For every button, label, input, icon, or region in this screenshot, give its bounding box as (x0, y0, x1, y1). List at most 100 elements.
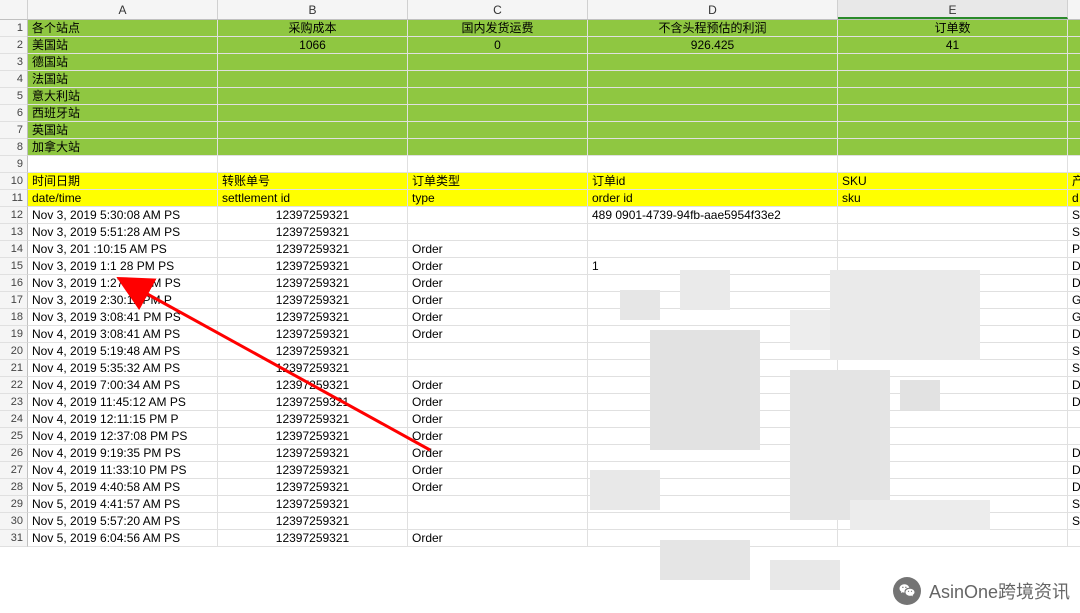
corner-cell[interactable] (0, 0, 28, 19)
row-header[interactable]: 12 (0, 207, 28, 224)
cell[interactable] (1068, 156, 1080, 173)
summary-header-cell[interactable]: 各个站点 (28, 20, 218, 37)
datetime-cell[interactable]: Nov 4, 2019 12:11:15 PM P (28, 411, 218, 428)
cell[interactable] (1068, 37, 1080, 54)
col-header-D[interactable]: D (588, 0, 838, 19)
datetime-cell[interactable]: Nov 5, 2019 4:41:57 AM PS (28, 496, 218, 513)
cell[interactable] (588, 71, 838, 88)
cell[interactable] (838, 105, 1068, 122)
col-header-C[interactable]: C (408, 0, 588, 19)
datetime-cell[interactable]: Nov 4, 2019 9:19:35 PM PS (28, 445, 218, 462)
settlement-cell[interactable]: 12397259321 (218, 530, 408, 547)
type-cell[interactable]: Order (408, 394, 588, 411)
settlement-cell[interactable]: 12397259321 (218, 309, 408, 326)
settlement-cell[interactable]: 12397259321 (218, 411, 408, 428)
row-header[interactable]: 24 (0, 411, 28, 428)
settlement-cell[interactable]: 12397259321 (218, 428, 408, 445)
fragment-cell[interactable]: Pa (1068, 241, 1080, 258)
cell[interactable] (218, 156, 408, 173)
fragment-cell[interactable]: S (1068, 207, 1080, 224)
datetime-cell[interactable]: Nov 3, 2019 3:08:41 PM PS (28, 309, 218, 326)
datetime-cell[interactable]: Nov 4, 2019 5:19:48 AM PS (28, 343, 218, 360)
type-cell[interactable]: Order (408, 292, 588, 309)
row-header[interactable]: 27 (0, 462, 28, 479)
fragment-cell[interactable]: S (1068, 360, 1080, 377)
col-header-B[interactable]: B (218, 0, 408, 19)
datetime-cell[interactable]: Nov 4, 2019 5:35:32 AM PS (28, 360, 218, 377)
header-label-cell[interactable]: date/time (28, 190, 218, 207)
datetime-cell[interactable]: Nov 3, 2019 1:27:48 PM PS (28, 275, 218, 292)
cell[interactable] (408, 156, 588, 173)
cell[interactable] (218, 139, 408, 156)
datetime-cell[interactable]: Nov 4, 2019 3:08:41 AM PS (28, 326, 218, 343)
col-header-A[interactable]: A (28, 0, 218, 19)
table-row[interactable]: 8加拿大站 (0, 139, 1080, 156)
sku-cell[interactable] (838, 241, 1068, 258)
header-label-cell[interactable]: 时间日期 (28, 173, 218, 190)
settlement-cell[interactable]: 12397259321 (218, 462, 408, 479)
row-header[interactable]: 25 (0, 428, 28, 445)
header-label-cell[interactable]: 转账单号 (218, 173, 408, 190)
site-cell[interactable]: 英国站 (28, 122, 218, 139)
fragment-cell[interactable]: D (1068, 326, 1080, 343)
table-row[interactable]: 4法国站 (0, 71, 1080, 88)
row-header[interactable]: 20 (0, 343, 28, 360)
type-cell[interactable]: Order (408, 530, 588, 547)
table-row[interactable]: 12Nov 3, 2019 5:30:08 AM PS1239725932148… (0, 207, 1080, 224)
row-header[interactable]: 15 (0, 258, 28, 275)
row-header[interactable]: 1 (0, 20, 28, 37)
order-id-cell[interactable] (588, 224, 838, 241)
type-cell[interactable] (408, 343, 588, 360)
fragment-cell[interactable]: D (1068, 394, 1080, 411)
type-cell[interactable]: Order (408, 411, 588, 428)
row-header[interactable]: 19 (0, 326, 28, 343)
type-cell[interactable]: Order (408, 326, 588, 343)
row-header[interactable]: 10 (0, 173, 28, 190)
row-header[interactable]: 21 (0, 360, 28, 377)
site-cell[interactable]: 法国站 (28, 71, 218, 88)
datetime-cell[interactable]: Nov 5, 2019 6:04:56 AM PS (28, 530, 218, 547)
type-cell[interactable]: Order (408, 462, 588, 479)
header-label-cell[interactable]: d (1068, 190, 1080, 207)
cell[interactable] (838, 71, 1068, 88)
table-row[interactable]: 5意大利站 (0, 88, 1080, 105)
cell[interactable] (408, 88, 588, 105)
fragment-cell[interactable]: Sa (1068, 224, 1080, 241)
settlement-cell[interactable]: 12397259321 (218, 292, 408, 309)
fragment-cell[interactable]: D (1068, 445, 1080, 462)
row-header[interactable]: 9 (0, 156, 28, 173)
row-header[interactable]: 17 (0, 292, 28, 309)
cell[interactable] (588, 139, 838, 156)
cell[interactable] (408, 139, 588, 156)
header-label-cell[interactable]: type (408, 190, 588, 207)
sku-cell[interactable] (838, 207, 1068, 224)
row-header[interactable]: 13 (0, 224, 28, 241)
summary-value-cell[interactable]: 0 (408, 37, 588, 54)
fragment-cell[interactable]: GC (1068, 292, 1080, 309)
order-id-cell[interactable]: 489 0901-4739-94fb-aae5954f33e2 (588, 207, 838, 224)
cell[interactable] (408, 54, 588, 71)
summary-value-cell[interactable]: 美国站 (28, 37, 218, 54)
table-row[interactable]: 14Nov 3, 201 :10:15 AM PS12397259321Orde… (0, 241, 1080, 258)
type-cell[interactable]: Order (408, 258, 588, 275)
table-row[interactable]: 2美国站10660926.42541 (0, 37, 1080, 54)
settlement-cell[interactable]: 12397259321 (218, 343, 408, 360)
summary-header-cell[interactable]: 采购成本 (218, 20, 408, 37)
cell[interactable] (838, 122, 1068, 139)
type-cell[interactable]: Order (408, 445, 588, 462)
fragment-cell[interactable]: D (1068, 275, 1080, 292)
site-cell[interactable]: 加拿大站 (28, 139, 218, 156)
fragment-cell[interactable]: D (1068, 479, 1080, 496)
type-cell[interactable] (408, 496, 588, 513)
cell[interactable] (218, 105, 408, 122)
settlement-cell[interactable]: 12397259321 (218, 326, 408, 343)
datetime-cell[interactable]: Nov 4, 2019 12:37:08 PM PS (28, 428, 218, 445)
cell[interactable] (28, 156, 218, 173)
col-header-E[interactable]: E (838, 0, 1068, 19)
row-header[interactable]: 4 (0, 71, 28, 88)
table-row[interactable]: 13Nov 3, 2019 5:51:28 AM PS12397259321Sa (0, 224, 1080, 241)
datetime-cell[interactable]: Nov 5, 2019 5:57:20 AM PS (28, 513, 218, 530)
cell[interactable] (1068, 20, 1080, 37)
row-header[interactable]: 23 (0, 394, 28, 411)
summary-header-cell[interactable]: 不含头程预估的利润 (588, 20, 838, 37)
